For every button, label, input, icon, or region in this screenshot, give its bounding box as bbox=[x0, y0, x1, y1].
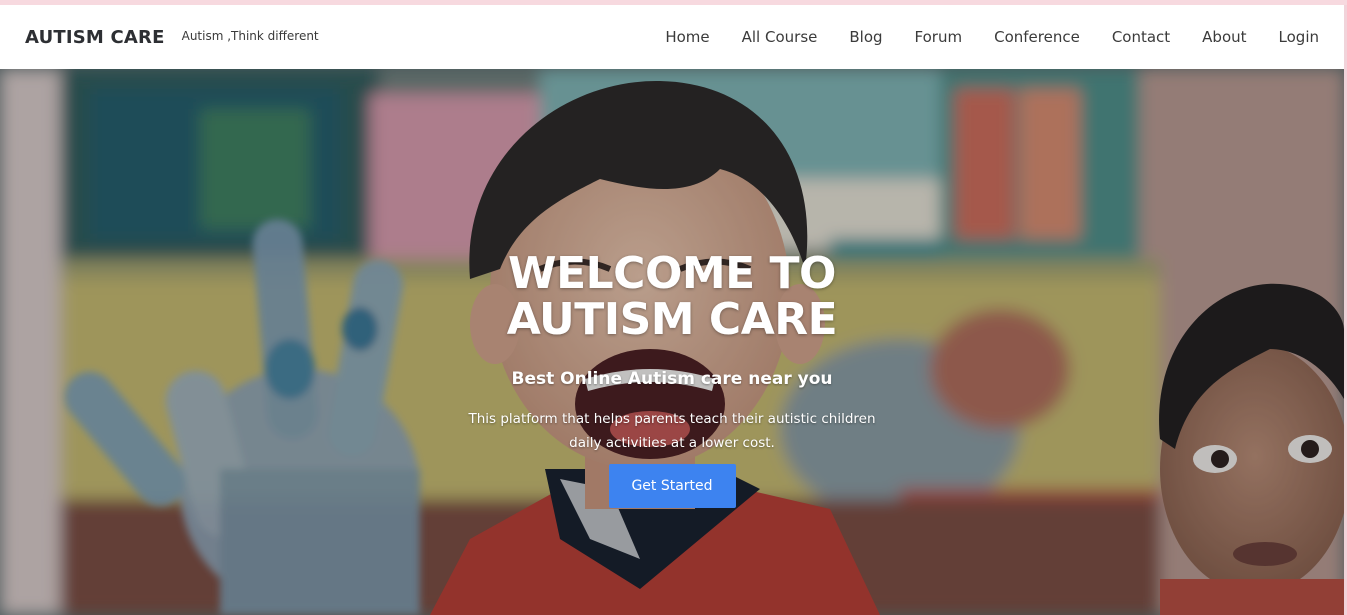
nav-link-login[interactable]: Login bbox=[1279, 28, 1319, 46]
nav-link-all-course[interactable]: All Course bbox=[742, 28, 818, 46]
brand-tagline: Autism ,Think different bbox=[181, 29, 319, 43]
hero-title: WELCOME TO AUTISM CARE bbox=[0, 251, 1344, 343]
nav-link-conference[interactable]: Conference bbox=[994, 28, 1080, 46]
nav-link-home[interactable]: Home bbox=[665, 28, 709, 46]
nav-menu: Home All Course Blog Forum Conference Co… bbox=[665, 28, 1319, 46]
hero-title-line-2: AUTISM CARE bbox=[506, 294, 838, 345]
nav-link-forum[interactable]: Forum bbox=[915, 28, 963, 46]
nav-link-about[interactable]: About bbox=[1202, 28, 1246, 46]
hero-description-line-1: This platform that helps parents teach t… bbox=[468, 411, 876, 427]
navbar: AUTISM CARE Autism ,Think different Home… bbox=[0, 5, 1344, 69]
hero-description-line-2: daily activities at a lower cost. bbox=[569, 435, 775, 451]
hero-title-line-1: WELCOME TO bbox=[508, 248, 836, 299]
hero-description: This platform that helps parents teach t… bbox=[452, 407, 892, 455]
nav-link-blog[interactable]: Blog bbox=[849, 28, 882, 46]
get-started-button[interactable]: Get Started bbox=[608, 464, 736, 508]
nav-link-contact[interactable]: Contact bbox=[1112, 28, 1170, 46]
brand-logo[interactable]: AUTISM CARE bbox=[25, 27, 165, 48]
hero-section: WELCOME TO AUTISM CARE Best Online Autis… bbox=[0, 69, 1344, 615]
hero-subtitle: Best Online Autism care near you bbox=[511, 369, 833, 389]
hero-content: WELCOME TO AUTISM CARE Best Online Autis… bbox=[0, 251, 1344, 508]
